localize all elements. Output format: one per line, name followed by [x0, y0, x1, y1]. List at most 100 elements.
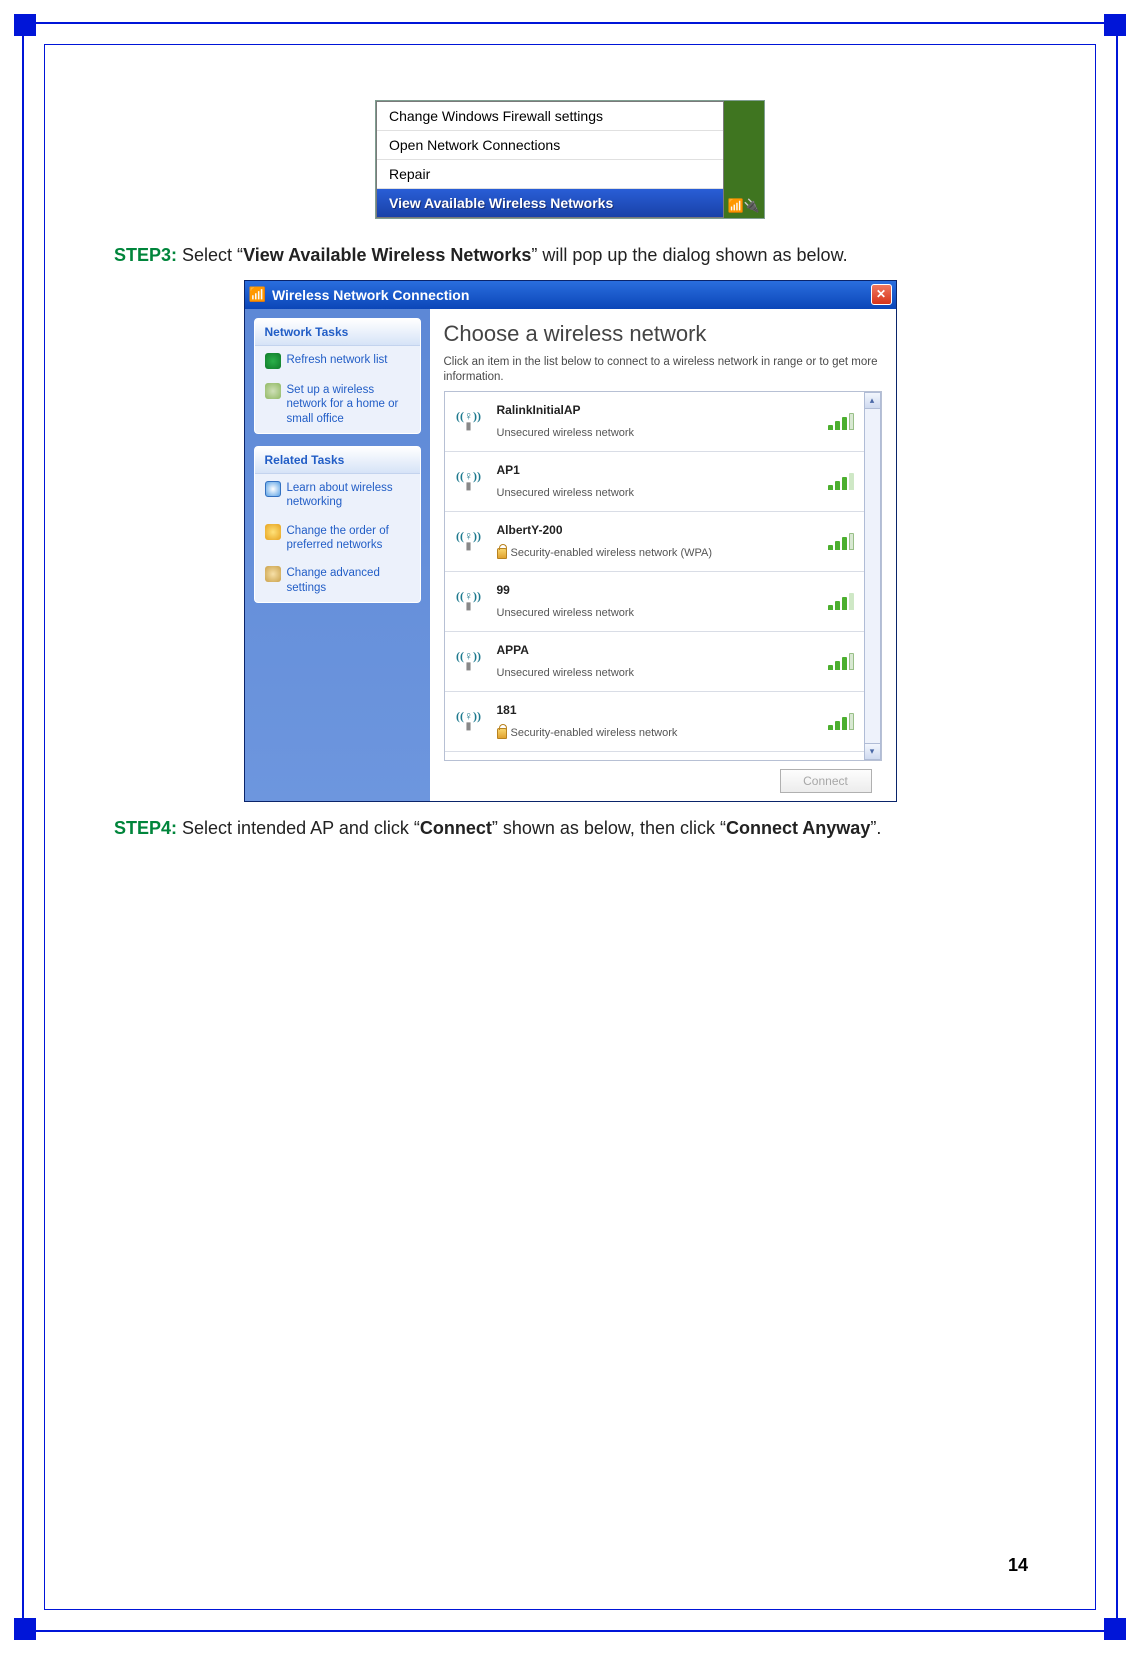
dialog-main: Choose a wireless network Click an item …	[430, 309, 896, 801]
wireless-connection-dialog: 📶 Wireless Network Connection ✕ Network …	[244, 280, 897, 802]
network-item[interactable]: ((♀))▮ APPA Unsecured wireless network	[445, 632, 864, 692]
network-desc: Security-enabled wireless network	[497, 727, 818, 739]
gear-icon	[265, 566, 281, 582]
network-desc: Unsecured wireless network	[497, 427, 818, 439]
context-menu-item-view-networks[interactable]: View Available Wireless Networks	[377, 189, 723, 217]
dialog-title: Wireless Network Connection	[272, 287, 469, 303]
network-tasks-heading: Network Tasks	[255, 319, 420, 346]
signal-strength-icon	[828, 652, 854, 670]
signal-strength-icon	[828, 472, 854, 490]
context-menu-item-repair[interactable]: Repair	[377, 160, 723, 189]
network-desc-text: Unsecured wireless network	[497, 427, 635, 439]
scroll-down-button[interactable]: ▾	[864, 743, 881, 760]
network-text: 99 Unsecured wireless network	[497, 583, 818, 619]
network-name: APPA	[497, 643, 818, 657]
step3-label: STEP3:	[114, 245, 177, 265]
network-list: ▴ ▾ ((♀))▮ RalinkInitialAP Unsecured wirel…	[444, 391, 882, 761]
order-label: Change the order of preferred networks	[287, 524, 410, 553]
step3-post: ” will pop up the dialog shown as below.	[531, 245, 847, 265]
network-item[interactable]: ((♀))▮ 99 Unsecured wireless network	[445, 572, 864, 632]
setup-network-label: Set up a wireless network for a home or …	[287, 383, 410, 426]
star-icon	[265, 524, 281, 540]
step4-post: ”.	[870, 818, 881, 838]
dialog-titlebar: 📶 Wireless Network Connection ✕	[245, 281, 896, 309]
dialog-footer: Connect	[444, 761, 882, 801]
antenna-icon: ((♀))▮	[451, 530, 487, 552]
choose-network-subtext: Click an item in the list below to conne…	[444, 355, 882, 385]
setup-network-link[interactable]: Set up a wireless network for a home or …	[255, 376, 420, 433]
network-tasks-box: Network Tasks Refresh network list Set u…	[254, 318, 421, 434]
step4-mid: ” shown as below, then click “	[492, 818, 726, 838]
network-text: 181 Security-enabled wireless network	[497, 703, 818, 739]
context-menu-item-open-connections[interactable]: Open Network Connections	[377, 131, 723, 160]
choose-network-heading: Choose a wireless network	[444, 321, 882, 347]
network-text: AlbertY-200 Security-enabled wireless net…	[497, 523, 818, 559]
step4-bold2: Connect Anyway	[726, 818, 870, 838]
step4-text: STEP4: Select intended AP and click “Con…	[114, 814, 1026, 843]
step4-label: STEP4:	[114, 818, 177, 838]
order-link[interactable]: Change the order of preferred networks	[255, 517, 420, 560]
signal-strength-icon	[828, 712, 854, 730]
network-item[interactable]: ((♀))▮ 181 Security-enabled wireless netwo…	[445, 692, 864, 752]
network-desc: Unsecured wireless network	[497, 487, 818, 499]
related-tasks-box: Related Tasks Learn about wireless netwo…	[254, 446, 421, 603]
network-desc-text: Unsecured wireless network	[497, 607, 635, 619]
step3-pre: Select “	[177, 245, 243, 265]
network-name: AlbertY-200	[497, 523, 818, 537]
network-desc-text: Unsecured wireless network	[497, 487, 635, 499]
systray-icons: 📶🔌	[728, 198, 760, 214]
info-icon	[265, 481, 281, 497]
lock-icon	[497, 548, 507, 559]
network-desc: Security-enabled wireless network (WPA)	[497, 547, 818, 559]
network-item[interactable]: ((♀))▮ RalinkInitialAP Unsecured wireless …	[445, 392, 864, 452]
network-name: 181	[497, 703, 818, 717]
antenna-icon: ((♀))▮	[451, 410, 487, 432]
step4-pre: Select intended AP and click “	[177, 818, 420, 838]
step3-bold: View Available Wireless Networks	[243, 245, 531, 265]
setup-icon	[265, 383, 281, 399]
antenna-icon: ((♀))▮	[451, 710, 487, 732]
dialog-body: Network Tasks Refresh network list Set u…	[245, 309, 896, 801]
page-content: Change Windows Firewall settings Open Ne…	[60, 60, 1080, 1594]
network-desc-text: Security-enabled wireless network	[511, 727, 678, 739]
network-desc: Unsecured wireless network	[497, 667, 818, 679]
lock-icon	[497, 728, 507, 739]
network-item[interactable]: ((♀))▮ AP1 Unsecured wireless network	[445, 452, 864, 512]
network-name: RalinkInitialAP	[497, 403, 818, 417]
connect-button[interactable]: Connect	[780, 769, 872, 793]
learn-link[interactable]: Learn about wireless networking	[255, 474, 420, 517]
wireless-icon: 📶	[249, 286, 266, 303]
network-text: RalinkInitialAP Unsecured wireless networ…	[497, 403, 818, 439]
step3-text: STEP3: Select “View Available Wireless N…	[114, 241, 1026, 270]
network-desc: Unsecured wireless network	[497, 607, 818, 619]
step4-bold1: Connect	[420, 818, 492, 838]
advanced-link[interactable]: Change advanced settings	[255, 559, 420, 602]
context-menu: Change Windows Firewall settings Open Ne…	[376, 101, 724, 218]
scrollbar-track[interactable]	[864, 409, 881, 743]
dialog-sidebar: Network Tasks Refresh network list Set u…	[245, 309, 430, 801]
refresh-icon	[265, 353, 281, 369]
signal-strength-icon	[828, 532, 854, 550]
network-text: AP1 Unsecured wireless network	[497, 463, 818, 499]
network-desc-text: Security-enabled wireless network (WPA)	[511, 547, 713, 559]
network-item[interactable]: ((♀))▮ AlbertY-200 Security-enabled wirele…	[445, 512, 864, 572]
related-tasks-heading: Related Tasks	[255, 447, 420, 474]
network-text: APPA Unsecured wireless network	[497, 643, 818, 679]
antenna-icon: ((♀))▮	[451, 650, 487, 672]
page-number: 14	[1008, 1555, 1028, 1576]
close-button[interactable]: ✕	[871, 284, 892, 305]
tray-context-menu-area: Change Windows Firewall settings Open Ne…	[375, 100, 765, 219]
refresh-network-label: Refresh network list	[287, 353, 388, 367]
antenna-icon: ((♀))▮	[451, 590, 487, 612]
signal-strength-icon	[828, 412, 854, 430]
signal-strength-icon	[828, 592, 854, 610]
context-menu-item-firewall[interactable]: Change Windows Firewall settings	[377, 102, 723, 131]
refresh-network-link[interactable]: Refresh network list	[255, 346, 420, 376]
network-name: AP1	[497, 463, 818, 477]
advanced-label: Change advanced settings	[287, 566, 410, 595]
network-name: 99	[497, 583, 818, 597]
scroll-up-button[interactable]: ▴	[864, 392, 881, 409]
learn-label: Learn about wireless networking	[287, 481, 410, 510]
network-desc-text: Unsecured wireless network	[497, 667, 635, 679]
antenna-icon: ((♀))▮	[451, 470, 487, 492]
